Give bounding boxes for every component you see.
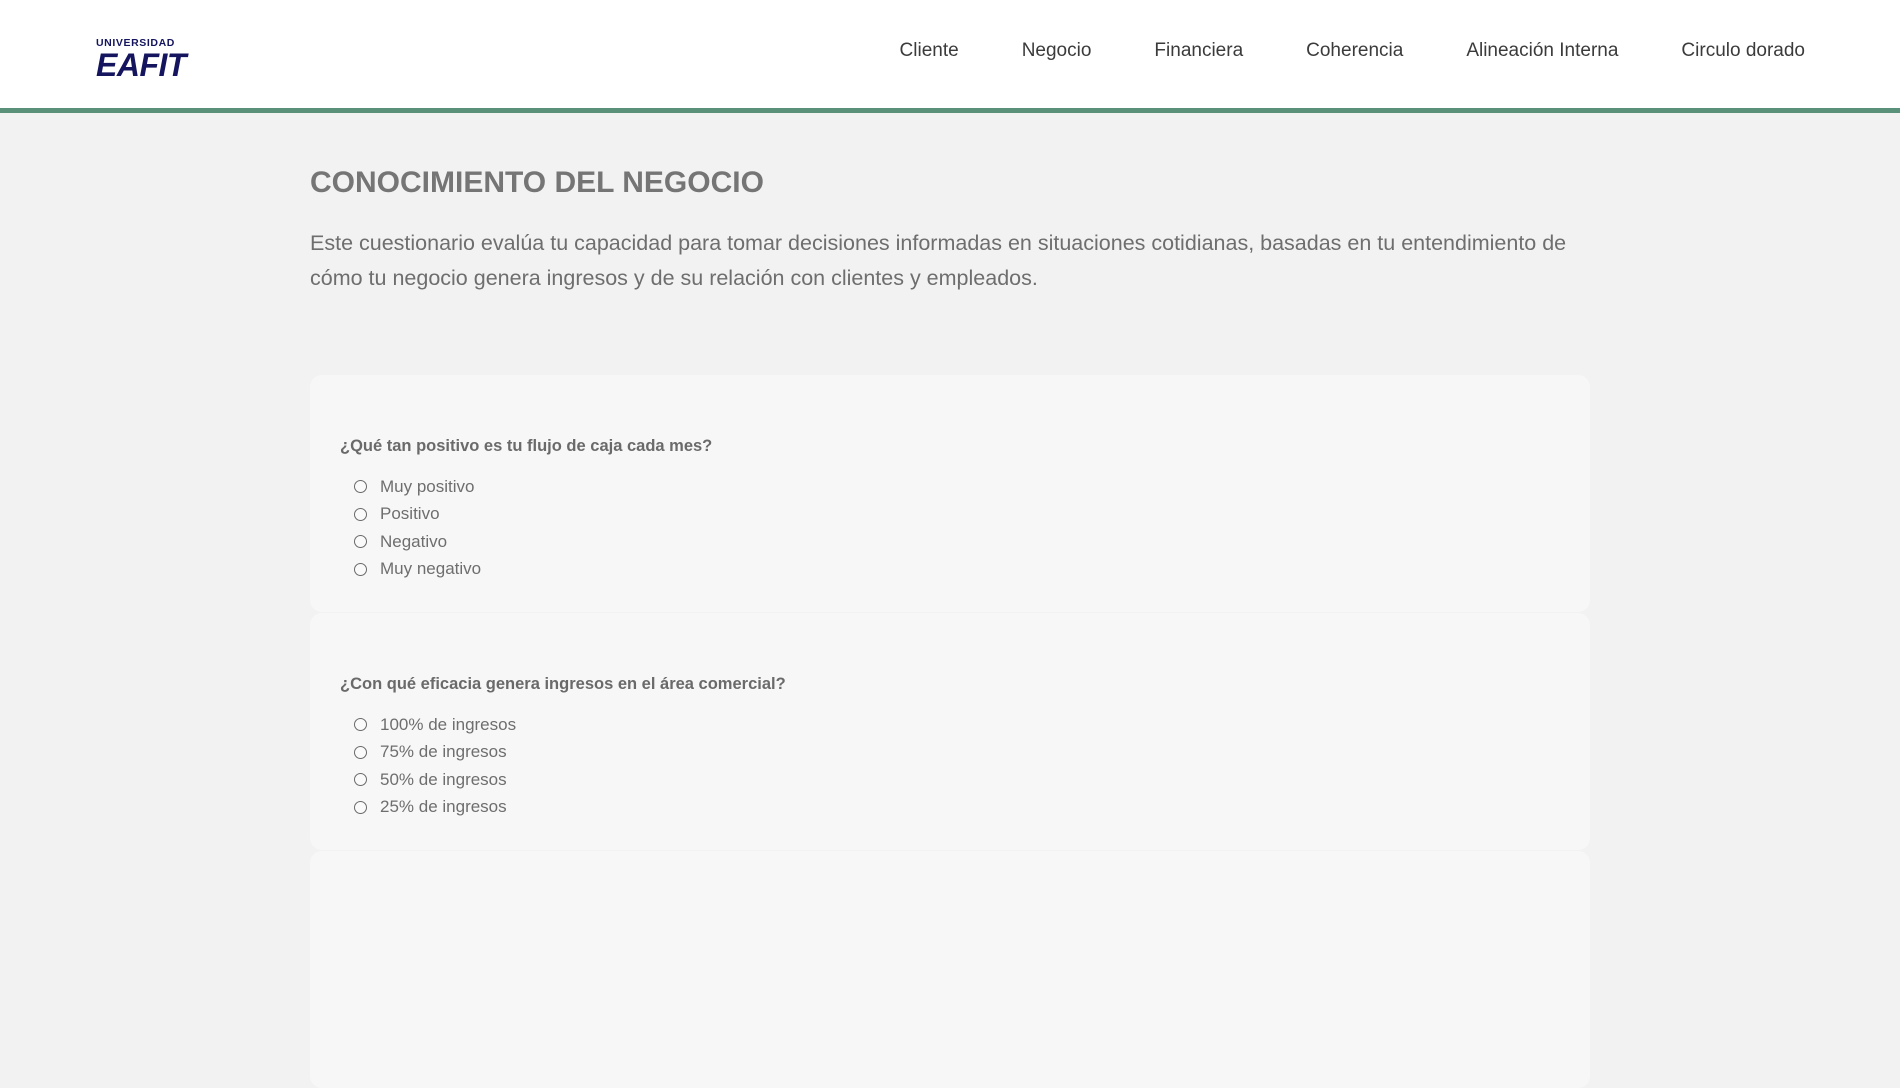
radio-button[interactable] (354, 718, 367, 732)
main-nav: Cliente Negocio Financiera Coherencia Al… (837, 40, 1805, 62)
radio-button[interactable] (354, 745, 367, 759)
nav-item-negocio[interactable]: Negocio (1022, 40, 1092, 62)
radio-button[interactable] (354, 562, 367, 576)
option-label: Muy positivo (380, 476, 475, 496)
radio-button[interactable] (354, 480, 367, 494)
option-muy-positivo[interactable]: Muy positivo (354, 473, 481, 501)
nav-item-circulo-dorado[interactable]: Circulo dorado (1681, 40, 1805, 62)
option-negativo[interactable]: Negativo (354, 528, 481, 556)
header: UNIVERSIDAD EAFIT Cliente Negocio Financ… (0, 0, 1900, 113)
option-label: 25% de ingresos (380, 797, 507, 817)
question-text: ¿Con qué eficacia genera ingresos en el … (340, 675, 786, 693)
page-title: CONOCIMIENTO DEL NEGOCIO (310, 166, 764, 199)
option-label: Negativo (380, 531, 448, 551)
option-label: Positivo (380, 504, 440, 524)
option-label: 100% de ingresos (380, 714, 517, 734)
option-50[interactable]: 50% de ingresos (354, 766, 516, 794)
nav-item-financiera[interactable]: Financiera (1154, 40, 1243, 62)
question-card: ¿Qué tan positivo es tu flujo de caja ca… (310, 375, 1590, 612)
page-intro: Este cuestionario evalúa tu capacidad pa… (310, 231, 1567, 290)
option-label: 50% de ingresos (380, 769, 507, 789)
option-label: 75% de ingresos (380, 742, 507, 762)
option-muy-negativo[interactable]: Muy negativo (354, 556, 481, 584)
logo-main-text: EAFIT (96, 46, 186, 83)
radio-button[interactable] (354, 773, 367, 787)
nav-item-cliente[interactable]: Cliente (900, 40, 959, 62)
eafit-logo[interactable]: UNIVERSIDAD EAFIT (96, 38, 186, 81)
radio-button[interactable] (354, 535, 367, 549)
question-text: ¿Qué tan positivo es tu flujo de caja ca… (340, 437, 713, 455)
radio-button[interactable] (354, 507, 367, 521)
question-card (310, 851, 1590, 1088)
nav-item-alineacion-interna[interactable]: Alineación Interna (1466, 40, 1618, 62)
option-positivo[interactable]: Positivo (354, 501, 481, 529)
option-group: 100% de ingresos 75% de ingresos 50% de … (354, 711, 516, 821)
option-75[interactable]: 75% de ingresos (354, 739, 516, 767)
nav-item-coherencia[interactable]: Coherencia (1306, 40, 1403, 62)
option-100[interactable]: 100% de ingresos (354, 711, 516, 739)
question-card: ¿Con qué eficacia genera ingresos en el … (310, 613, 1590, 850)
option-label: Muy negativo (380, 559, 482, 579)
option-group: Muy positivo Positivo Negativo Muy negat… (354, 473, 481, 583)
option-25[interactable]: 25% de ingresos (354, 794, 516, 822)
radio-button[interactable] (354, 800, 367, 814)
